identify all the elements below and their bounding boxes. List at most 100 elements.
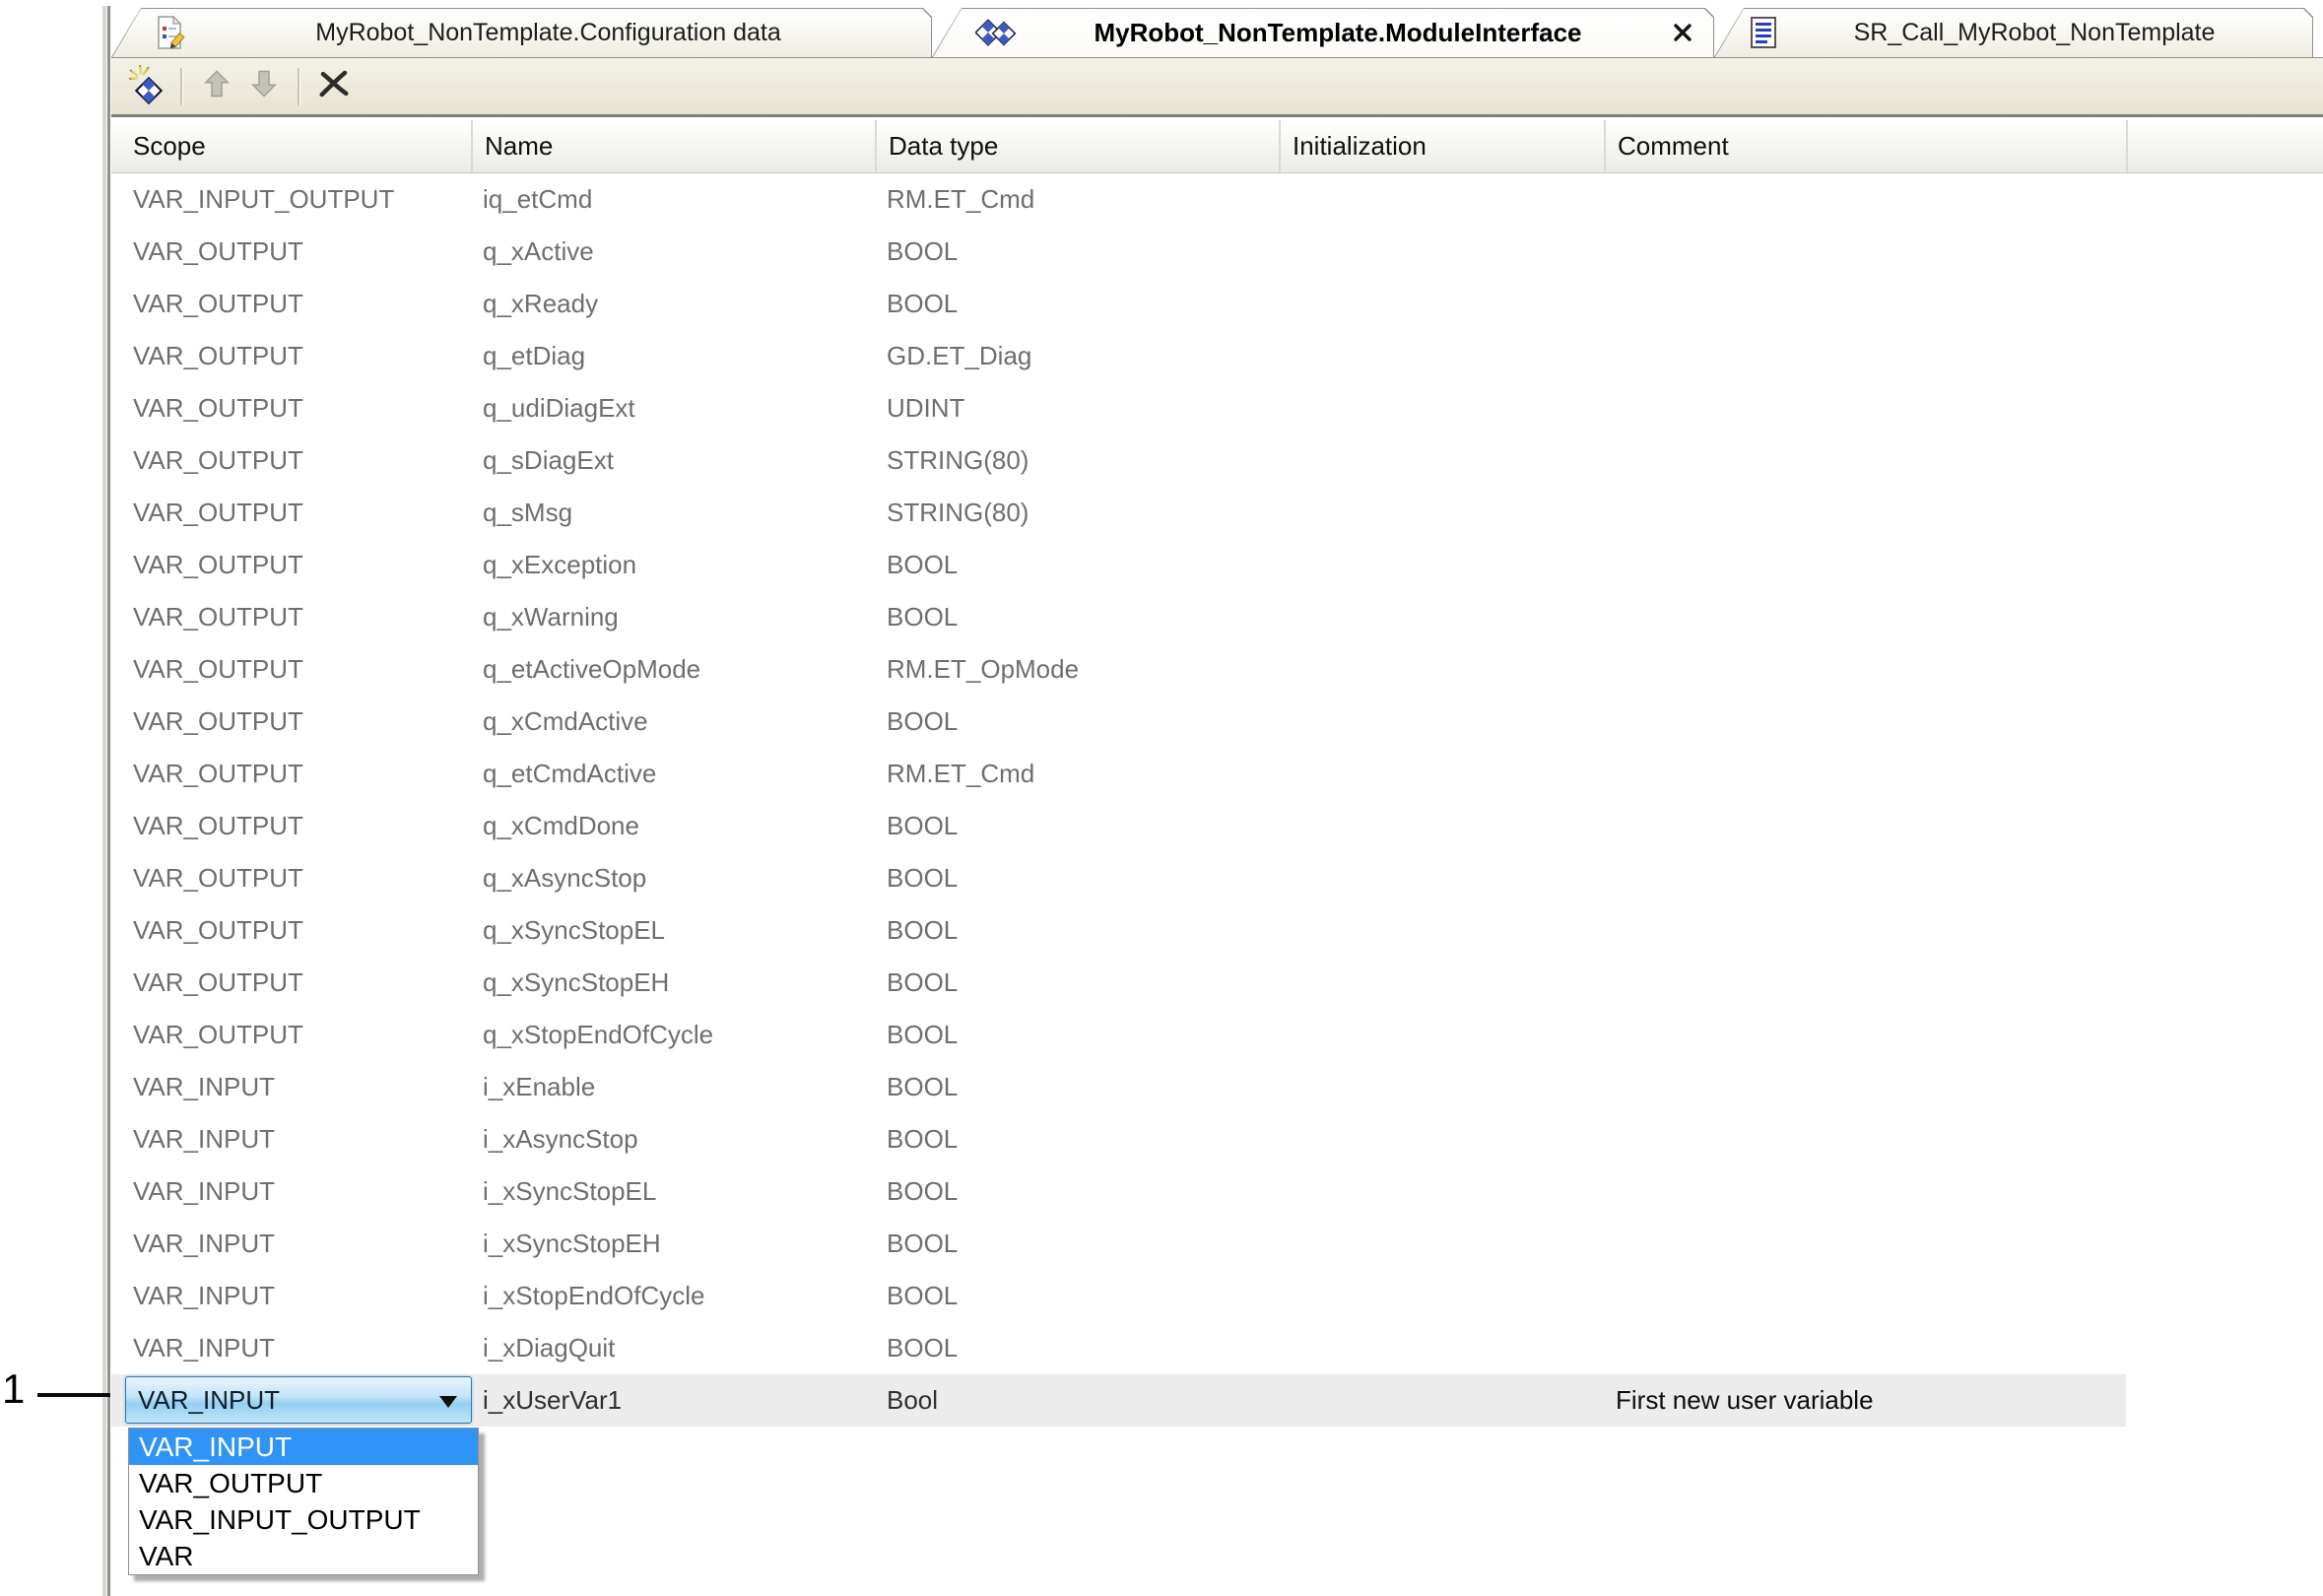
cell-name: i_xSyncStopEH: [471, 1218, 875, 1270]
cell-comment: [1604, 382, 2126, 434]
table-row[interactable]: VAR_OUTPUT q_xCmdDone BOOL: [111, 800, 2323, 852]
cell-empty: [2126, 1374, 2138, 1427]
table-row[interactable]: VAR_INPUT i_xStopEndOfCycle BOOL: [111, 1270, 2323, 1322]
chevron-down-icon: [439, 1396, 457, 1408]
table-row[interactable]: VAR_OUTPUT q_xReady BOOL: [111, 278, 2323, 330]
close-icon[interactable]: [1673, 23, 1692, 42]
cell-initialization: [1279, 1165, 1604, 1218]
table-row[interactable]: VAR_INPUT_OUTPUT iq_etCmd RM.ET_Cmd: [111, 173, 2323, 226]
cell-initialization: [1279, 1113, 1604, 1165]
cell-comment: [1604, 643, 2126, 696]
cell-initialization: [1279, 1270, 1604, 1322]
table-row[interactable]: VAR_OUTPUT q_sMsg STRING(80): [111, 487, 2323, 539]
cell-scope: VAR_OUTPUT: [111, 591, 471, 643]
table-row[interactable]: VAR_INPUT i_xSyncStopEH BOOL: [111, 1218, 2323, 1270]
delete-button[interactable]: [310, 63, 358, 110]
tab-sr-call[interactable]: SR_Call_MyRobot_NonTemplate: [1714, 8, 2313, 57]
table-row[interactable]: VAR_OUTPUT q_xSyncStopEL BOOL: [111, 904, 2323, 957]
cell-scope: VAR_INPUT: [111, 1270, 471, 1322]
table-row[interactable]: VAR_INPUT i_xSyncStopEL BOOL: [111, 1165, 2323, 1218]
cell-comment: [1604, 1113, 2126, 1165]
cell-data-type: BOOL: [875, 696, 1279, 748]
cell-empty: [2126, 1322, 2323, 1374]
cell-scope: VAR_INPUT: [111, 1218, 471, 1270]
cell-data-type: STRING(80): [875, 434, 1279, 487]
table-row[interactable]: VAR_OUTPUT q_xWarning BOOL: [111, 591, 2323, 643]
dropdown-option[interactable]: VAR_INPUT: [129, 1429, 478, 1465]
cell-name: iq_etCmd: [471, 173, 875, 226]
table-header-row: Scope Name Data type Initialization Comm…: [111, 120, 2323, 173]
table-row[interactable]: VAR_OUTPUT q_sDiagExt STRING(80): [111, 434, 2323, 487]
cell-initialization: [1279, 1061, 1604, 1113]
cell-name: i_xEnable: [471, 1061, 875, 1113]
table-row[interactable]: VAR_OUTPUT q_udiDiagExt UDINT: [111, 382, 2323, 434]
column-header-data-type: Data type: [875, 120, 1279, 172]
table-row[interactable]: VAR_OUTPUT q_etDiag GD.ET_Diag: [111, 330, 2323, 382]
cell-comment: [1604, 330, 2126, 382]
cell-initialization: [1279, 904, 1604, 957]
cell-initialization: [1279, 748, 1604, 800]
cell-initialization: [1279, 696, 1604, 748]
cell-empty: [2126, 748, 2323, 800]
move-up-button[interactable]: [193, 63, 240, 110]
new-variable-button[interactable]: [123, 63, 170, 110]
cell-scope: VAR_OUTPUT: [111, 278, 471, 330]
tab-module-interface[interactable]: MyRobot_NonTemplate.ModuleInterface: [932, 8, 1714, 57]
toolbar-separator: [180, 68, 183, 105]
cell-comment: [1604, 591, 2126, 643]
dropdown-option[interactable]: VAR: [129, 1538, 478, 1574]
table-row[interactable]: VAR_OUTPUT q_xException BOOL: [111, 539, 2323, 591]
cell-empty: [2126, 539, 2323, 591]
column-header-scope: Scope: [111, 120, 471, 172]
cell-name: q_xSyncStopEL: [471, 904, 875, 957]
cell-initialization: [1279, 278, 1604, 330]
cell-data-type: BOOL: [875, 1270, 1279, 1322]
table-row[interactable]: VAR_OUTPUT q_etActiveOpMode RM.ET_OpMode: [111, 643, 2323, 696]
cell-empty: [2126, 1270, 2323, 1322]
cell-initialization: [1279, 1322, 1604, 1374]
table-body: VAR_INPUT_OUTPUT iq_etCmd RM.ET_Cmd VAR_…: [111, 173, 2323, 1374]
cell-empty: [2126, 226, 2323, 278]
table-row[interactable]: VAR_OUTPUT q_xStopEndOfCycle BOOL: [111, 1009, 2323, 1061]
column-header-initialization: Initialization: [1279, 120, 1604, 172]
selected-table-row[interactable]: VAR_INPUT i_xUserVar1 Bool First new use…: [111, 1374, 2126, 1427]
cell-scope: VAR_OUTPUT: [111, 487, 471, 539]
table-row[interactable]: VAR_INPUT i_xEnable BOOL: [111, 1061, 2323, 1113]
cell-comment: [1604, 852, 2126, 904]
cell-name: q_xCmdActive: [471, 696, 875, 748]
cell-comment: [1604, 748, 2126, 800]
dropdown-option[interactable]: VAR_INPUT_OUTPUT: [129, 1501, 478, 1538]
table-row[interactable]: VAR_OUTPUT q_xAsyncStop BOOL: [111, 852, 2323, 904]
table-row[interactable]: VAR_INPUT i_xAsyncStop BOOL: [111, 1113, 2323, 1165]
table-row[interactable]: VAR_OUTPUT q_xCmdActive BOOL: [111, 696, 2323, 748]
dropdown-option[interactable]: VAR_OUTPUT: [129, 1465, 478, 1501]
cell-scope: VAR_INPUT: [111, 1061, 471, 1113]
cell-initialization: [1279, 643, 1604, 696]
cell-data-type: BOOL: [875, 1322, 1279, 1374]
cell-empty: [2126, 434, 2323, 487]
cell-name: i_xDiagQuit: [471, 1322, 875, 1374]
variable-editor-toolbar: [111, 58, 2323, 117]
table-row[interactable]: VAR_OUTPUT q_xActive BOOL: [111, 226, 2323, 278]
cell-empty: [2126, 1009, 2323, 1061]
cell-comment: [1604, 800, 2126, 852]
cell-scope: VAR_OUTPUT: [111, 852, 471, 904]
table-row[interactable]: VAR_OUTPUT q_xSyncStopEH BOOL: [111, 957, 2323, 1009]
tab-configuration-data[interactable]: MyRobot_NonTemplate.Configuration data: [111, 8, 932, 57]
cell-name: q_xWarning: [471, 591, 875, 643]
cell-scope: VAR_OUTPUT: [111, 957, 471, 1009]
cell-scope: VAR_OUTPUT: [111, 330, 471, 382]
table-row[interactable]: VAR_OUTPUT q_etCmdActive RM.ET_Cmd: [111, 748, 2323, 800]
cell-comment: [1604, 487, 2126, 539]
cell-name: q_xActive: [471, 226, 875, 278]
cell-data-type: BOOL: [875, 1009, 1279, 1061]
cell-comment: [1604, 696, 2126, 748]
cell-scope: VAR_INPUT_OUTPUT: [111, 173, 471, 226]
scope-combobox[interactable]: VAR_INPUT: [125, 1376, 471, 1424]
cell-initialization: [1279, 591, 1604, 643]
cell-data-type: STRING(80): [875, 487, 1279, 539]
cell-comment: [1604, 1218, 2126, 1270]
table-row[interactable]: VAR_INPUT i_xDiagQuit BOOL: [111, 1322, 2323, 1374]
cell-name: q_xReady: [471, 278, 875, 330]
move-down-button[interactable]: [240, 63, 288, 110]
